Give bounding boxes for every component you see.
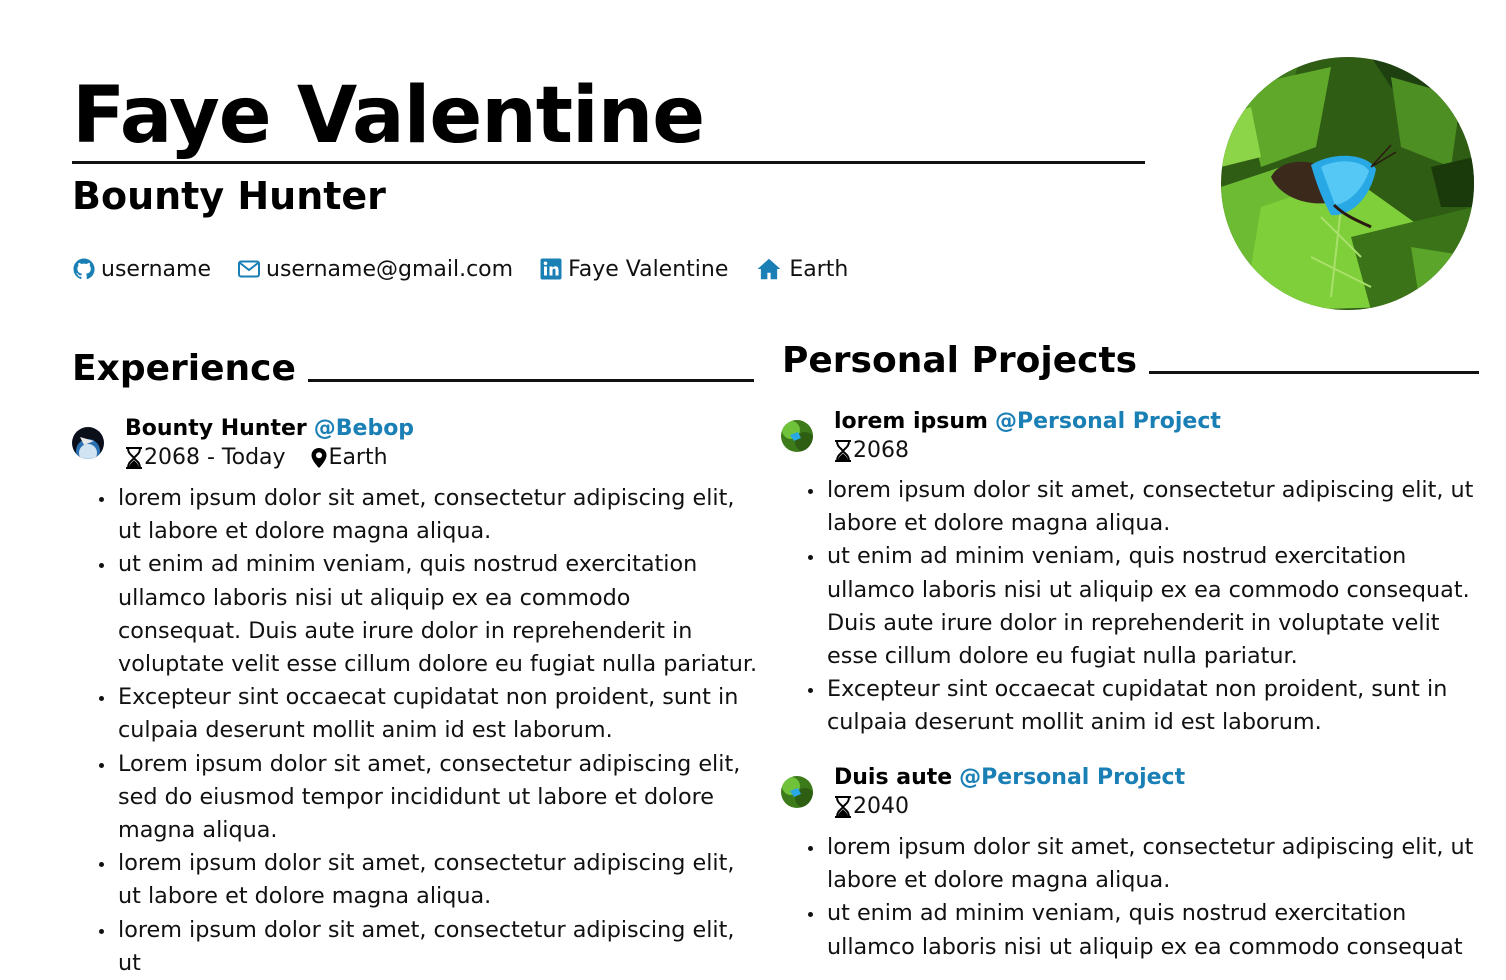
- resume-title: Bounty Hunter: [72, 174, 386, 218]
- list-item: lorem ipsum dolor sit amet, consectetur …: [808, 831, 1487, 897]
- contact-linkedin[interactable]: Faye Valentine: [539, 257, 728, 282]
- experience-heading-row: Experience: [72, 348, 754, 390]
- github-username: username: [101, 256, 211, 282]
- contact-github[interactable]: username: [72, 257, 211, 282]
- profile-photo: [1221, 57, 1474, 310]
- project-bullets: lorem ipsum dolor sit amet, consectetur …: [781, 831, 1487, 964]
- mail-icon: [238, 260, 260, 278]
- list-item: ut enim ad minim veniam, quis nostrud ex…: [808, 897, 1487, 963]
- list-item: Lorem ipsum dolor sit amet, consectetur …: [99, 748, 758, 848]
- experience-org-link[interactable]: @Bebop: [314, 416, 414, 441]
- resume-name: Faye Valentine: [72, 71, 705, 161]
- project-link[interactable]: @Personal Project: [995, 409, 1221, 434]
- projects-heading: Personal Projects: [782, 340, 1138, 381]
- project-link[interactable]: @Personal Project: [959, 765, 1185, 790]
- list-item: Excepteur sint occaecat cupidatat non pr…: [99, 681, 758, 747]
- list-item: ut enim ad minim veniam, quis nostrud ex…: [808, 540, 1487, 673]
- bebop-logo: [72, 427, 104, 459]
- home-icon: [758, 258, 781, 280]
- projects-divider: [1149, 371, 1480, 374]
- project-logo: [781, 420, 813, 452]
- experience-role: Bounty Hunter: [125, 416, 307, 441]
- project-name: Duis aute: [834, 765, 953, 790]
- list-item: lorem ipsum dolor sit amet, consectetur …: [99, 914, 758, 980]
- experience-dates: 2068 - Today: [144, 445, 286, 470]
- list-item: lorem ipsum dolor sit amet, consectetur …: [99, 847, 758, 913]
- contact-email[interactable]: username@gmail.com: [237, 257, 513, 282]
- email-address: username@gmail.com: [266, 256, 514, 282]
- hourglass-icon: [126, 446, 142, 469]
- hourglass-icon: [835, 439, 851, 462]
- github-icon: [73, 258, 95, 280]
- experience-bullets: lorem ipsum dolor sit amet, consectetur …: [72, 482, 758, 980]
- name-divider: [72, 161, 1145, 164]
- contact-location: Earth: [754, 256, 848, 282]
- experience-heading: Experience: [72, 348, 296, 389]
- list-item: lorem ipsum dolor sit amet, consectetur …: [99, 482, 758, 548]
- project-logo: [781, 776, 813, 808]
- list-item: ut enim ad minim veniam, quis nostrud ex…: [99, 548, 758, 681]
- map-pin-icon: [311, 447, 327, 468]
- contact-bar: username username@gmail.com Faye Valenti…: [72, 256, 874, 282]
- project-dates: 2068: [853, 438, 909, 463]
- project-dates: 2040: [853, 794, 909, 819]
- experience-entry-header: Bounty Hunter @Bebop 2068 - Today Earth: [125, 414, 414, 472]
- projects-heading-row: Personal Projects: [782, 340, 1480, 382]
- project-entry-header: Duis aute @Personal Project 2040: [834, 763, 1185, 821]
- list-item: lorem ipsum dolor sit amet, consectetur …: [808, 474, 1487, 540]
- location-text: Earth: [789, 256, 849, 282]
- linkedin-icon: [540, 258, 562, 280]
- project-name: lorem ipsum: [834, 409, 988, 434]
- experience-divider: [307, 379, 754, 382]
- linkedin-name: Faye Valentine: [568, 256, 729, 282]
- project-entry-header: lorem ipsum @Personal Project 2068: [834, 407, 1221, 465]
- experience-place: Earth: [328, 445, 388, 470]
- hourglass-icon: [835, 795, 851, 818]
- project-bullets: lorem ipsum dolor sit amet, consectetur …: [781, 474, 1487, 740]
- list-item: Excepteur sint occaecat cupidatat non pr…: [808, 673, 1487, 739]
